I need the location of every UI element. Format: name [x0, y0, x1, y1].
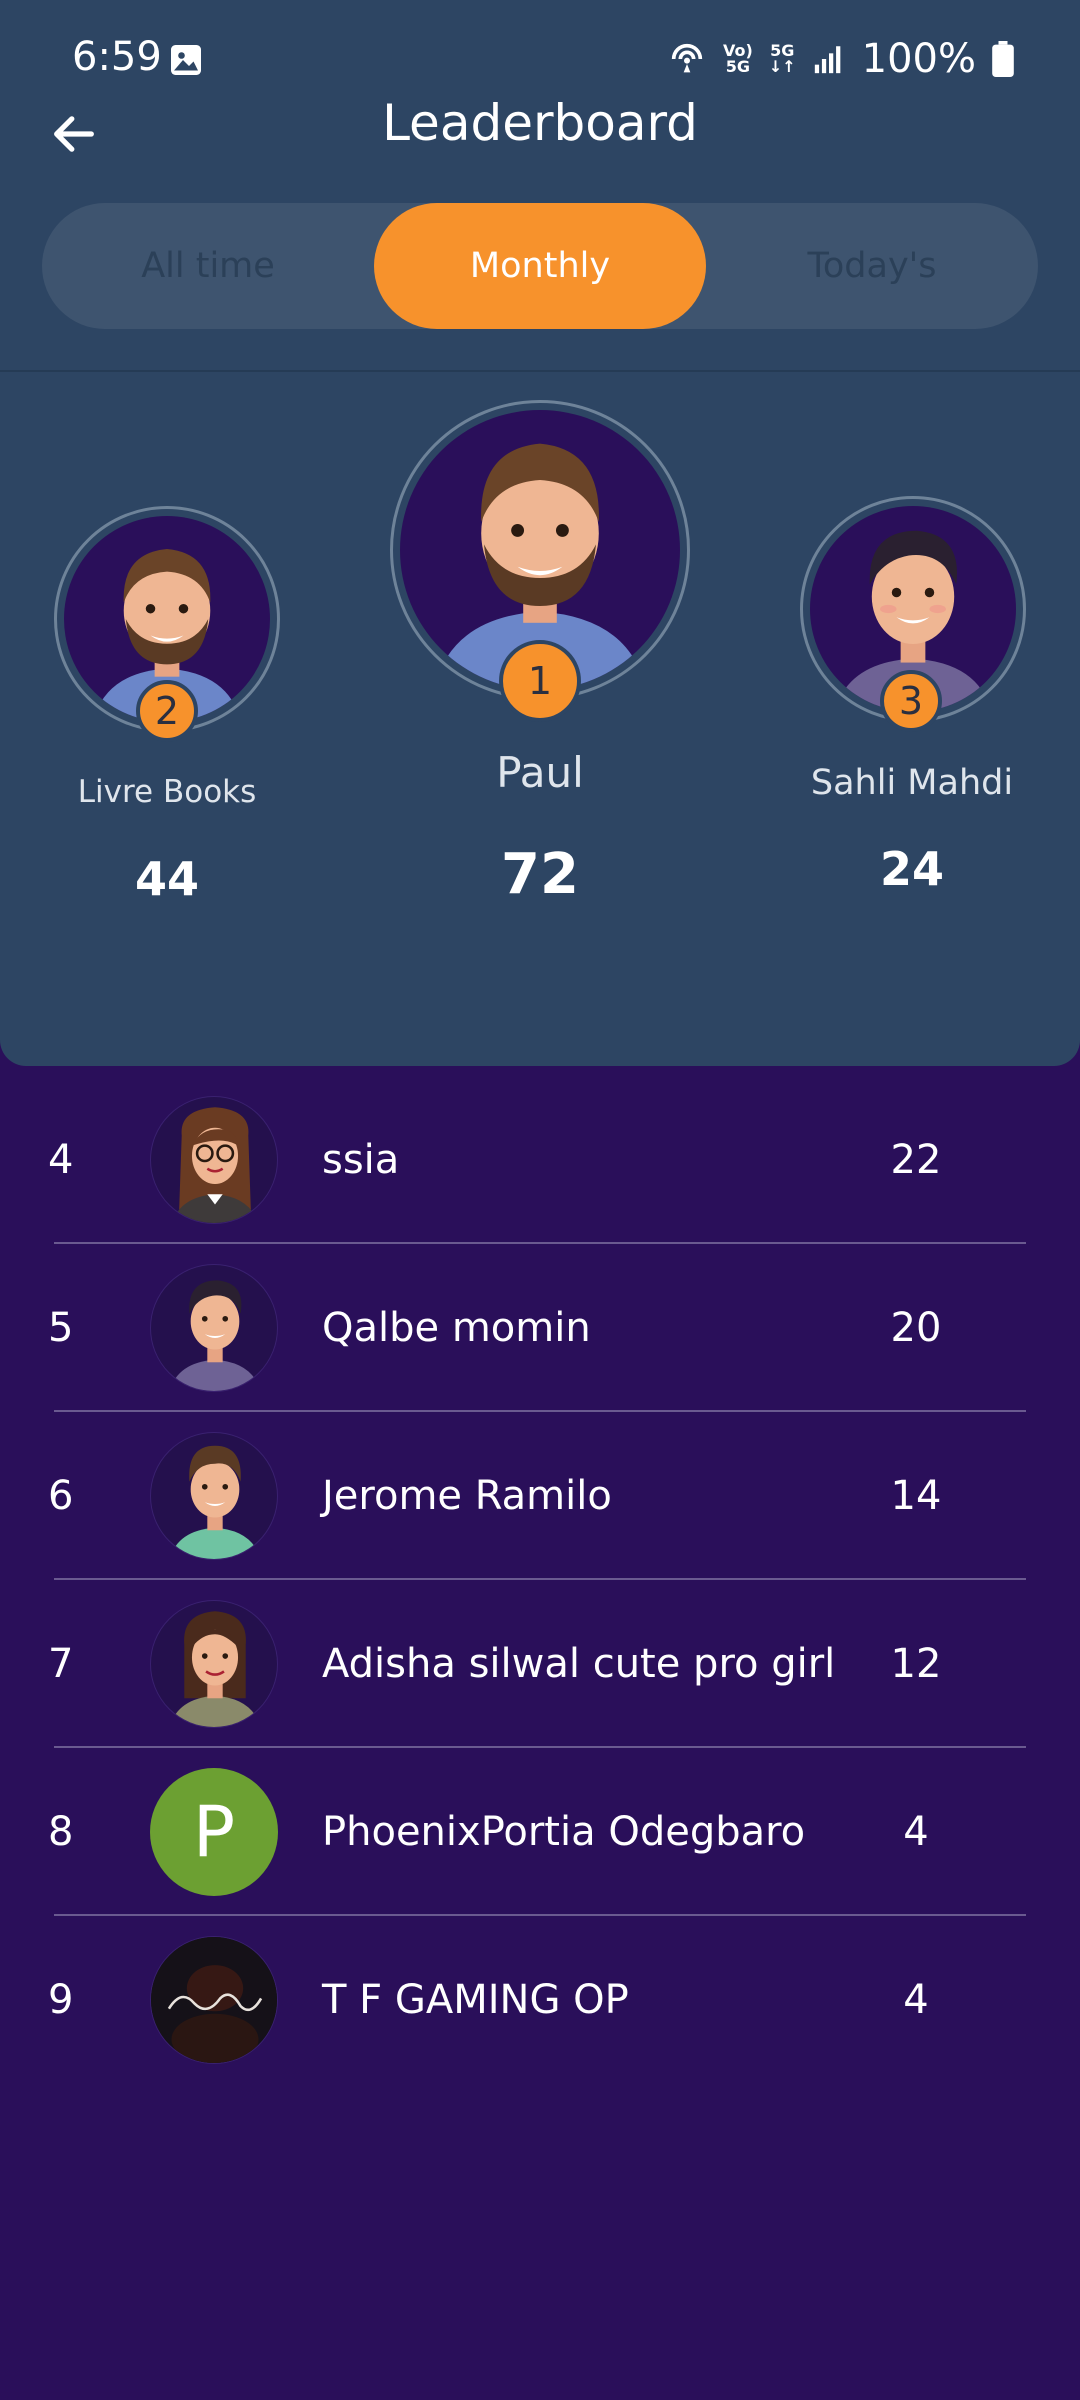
row-name: T F GAMING OP: [322, 1977, 629, 2023]
row-rank: 7: [48, 1641, 74, 1687]
volte-icon: Vo) 5G: [723, 41, 753, 76]
row-score: 4: [903, 1809, 929, 1855]
row-score: 4: [903, 1977, 929, 2023]
avatar: [150, 1432, 278, 1560]
signal-icon: [814, 46, 840, 74]
header: Leaderboard: [0, 88, 1080, 168]
avatar: [150, 1096, 278, 1224]
tab-todays[interactable]: Today's: [706, 203, 1038, 329]
man-avatar-icon: [169, 1280, 261, 1391]
woman-avatar-icon: [169, 1611, 261, 1727]
avatar: P: [150, 1768, 278, 1896]
podium-name: Livre Books: [77, 774, 257, 810]
status-icons: Vo) 5G 5G ↓↑ 100%: [667, 34, 1014, 84]
row-name: Qalbe momin: [322, 1305, 591, 1351]
ranking-list: 4 ssia 22 5 Qalbe momin 20 6 Jerome Rami…: [0, 1076, 1080, 2084]
list-item[interactable]: 7 Adisha silwal cute pro girl 12: [0, 1580, 1080, 1748]
list-item[interactable]: 6 Jerome Ramilo 14: [0, 1412, 1080, 1580]
podium-name: Sahli Mahdi: [810, 763, 1014, 803]
podium-score: 44: [134, 852, 199, 906]
podium-name: Paul: [496, 748, 584, 797]
letter-avatar: P: [150, 1768, 278, 1896]
tab-monthly[interactable]: Monthly: [374, 203, 706, 329]
row-rank: 5: [48, 1305, 74, 1351]
row-score: 20: [890, 1305, 942, 1351]
list-item[interactable]: 4 ssia 22: [0, 1076, 1080, 1244]
row-name: Jerome Ramilo: [322, 1473, 612, 1519]
man-avatar-icon: [169, 1445, 261, 1559]
tab-all-time[interactable]: All time: [42, 203, 374, 329]
avatar: [150, 1936, 278, 2064]
row-name: PhoenixPortia Odegbaro: [322, 1809, 806, 1855]
row-score: 22: [890, 1137, 942, 1183]
list-item[interactable]: 9 T F GAMING OP 4: [0, 1916, 1080, 2084]
status-time: 6:59: [72, 34, 162, 80]
row-rank: 8: [48, 1809, 74, 1855]
podium-score: 24: [879, 842, 944, 896]
period-tabs: All time Monthly Today's: [42, 203, 1038, 329]
gallery-icon: [171, 45, 201, 75]
row-rank: 9: [48, 1977, 74, 2023]
divider: [0, 370, 1080, 372]
row-score: 12: [890, 1641, 942, 1687]
row-name: ssia: [322, 1137, 400, 1183]
podium-score: 72: [501, 842, 579, 907]
avatar: [150, 1264, 278, 1392]
woman-glasses-avatar-icon: [172, 1107, 258, 1223]
hotspot-icon: [671, 43, 703, 73]
rank-badge: 3: [880, 670, 942, 732]
list-item[interactable]: 5 Qalbe momin 20: [0, 1244, 1080, 1412]
5g-icon: 5G ↓↑: [768, 41, 796, 76]
list-item[interactable]: 8 P PhoenixPortia Odegbaro 4: [0, 1748, 1080, 1916]
photo-avatar-icon: [151, 1937, 277, 2063]
row-name: Adisha silwal cute pro girl: [322, 1641, 836, 1687]
rank-badge: 1: [499, 640, 581, 722]
battery-icon: [992, 41, 1014, 77]
row-score: 14: [890, 1473, 942, 1519]
battery-text: 100%: [861, 36, 976, 82]
page-title: Leaderboard: [382, 94, 698, 152]
row-rank: 4: [48, 1137, 74, 1183]
rank-badge: 2: [136, 680, 198, 742]
row-rank: 6: [48, 1473, 74, 1519]
avatar: [150, 1600, 278, 1728]
